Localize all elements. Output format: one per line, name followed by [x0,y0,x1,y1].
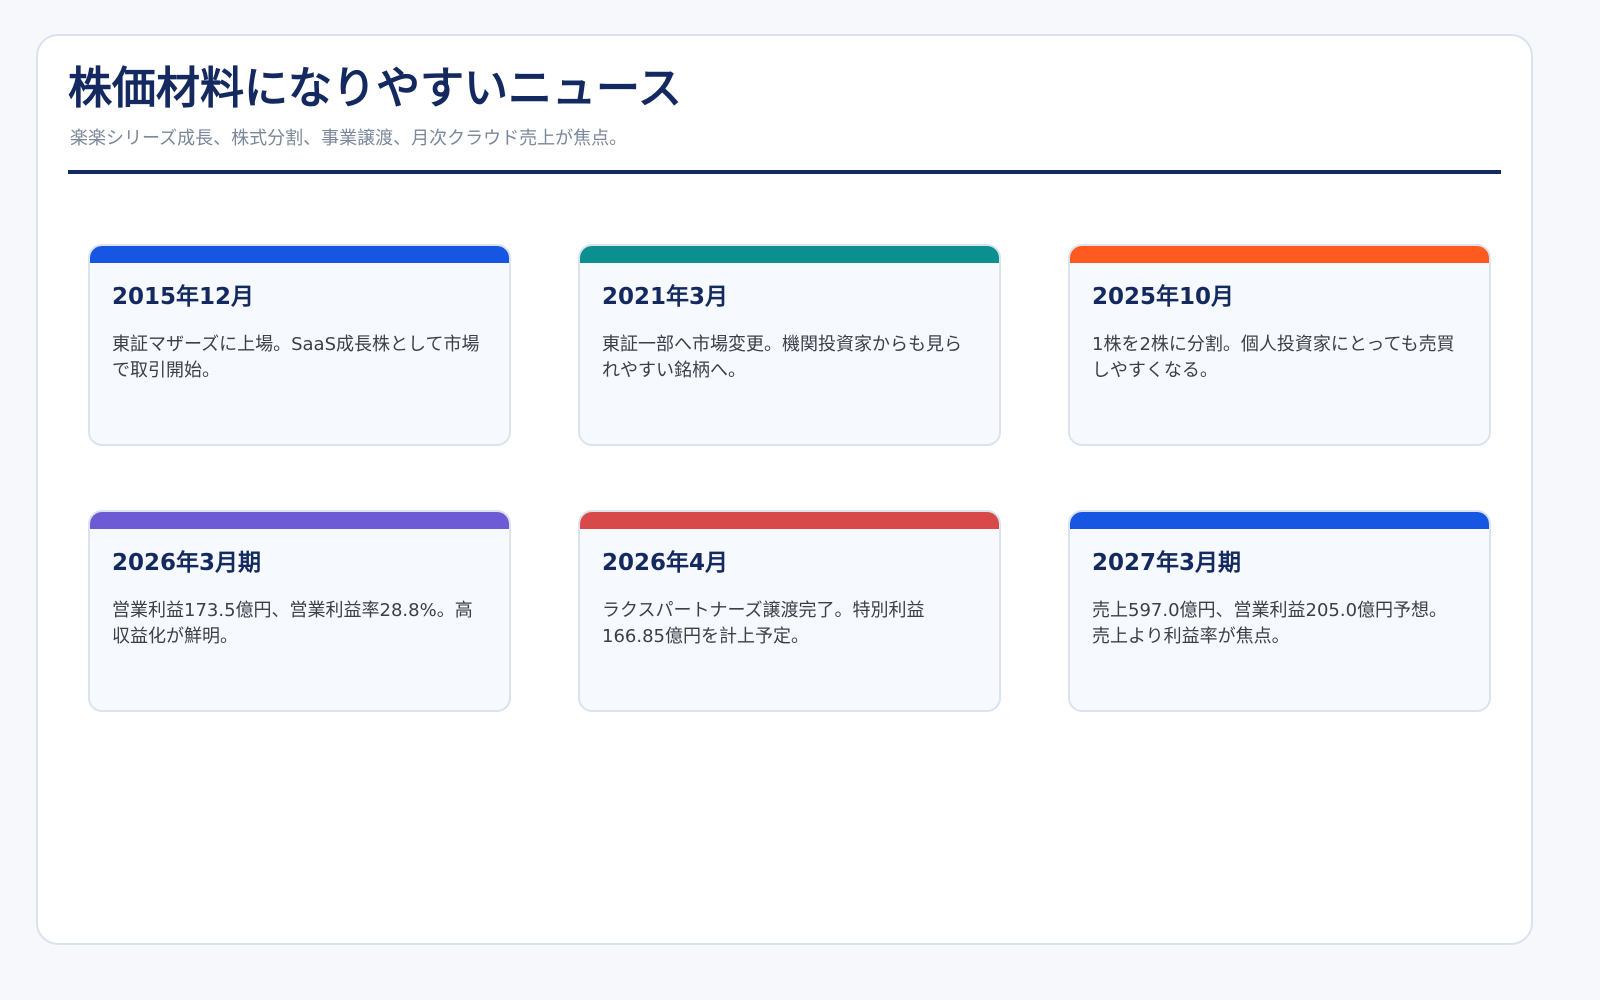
title-divider [68,170,1501,174]
event-date: 2026年3月期 [112,550,262,576]
event-card: 2025年10月 1株を2株に分割。個人投資家にとっても売買しやすくなる。 [1068,244,1491,446]
event-date: 2021年3月 [602,284,729,310]
event-date: 2026年4月 [602,550,729,576]
event-description: 売上597.0億円、営業利益205.0億円予想。売上より利益率が焦点。 [1092,600,1448,647]
event-accent-bar [580,246,999,263]
event-card: 2027年3月期 売上597.0億円、営業利益205.0億円予想。売上より利益率… [1068,510,1491,712]
event-accent-bar [90,246,509,263]
event-accent-bar [1070,246,1489,263]
event-card: 2026年3月期 営業利益173.5億円、営業利益率28.8%。高収益化が鮮明。 [88,510,511,712]
event-date: 2027年3月期 [1092,550,1242,576]
page-title: 株価材料になりやすいニュース [68,63,682,114]
event-accent-bar [580,512,999,529]
event-card: 2026年4月 ラクスパートナーズ譲渡完了。特別利益166.85億円を計上予定。 [578,510,1001,712]
event-description: 東証マザーズに上場。SaaS成長株として市場で取引開始。 [112,334,480,381]
event-accent-bar [90,512,509,529]
event-description: 1株を2株に分割。個人投資家にとっても売買しやすくなる。 [1092,334,1455,381]
event-date: 2015年12月 [112,284,255,310]
event-description: 東証一部へ市場変更。機関投資家からも見られやすい銘柄へ。 [602,334,962,381]
event-date: 2025年10月 [1092,284,1235,310]
event-description: ラクスパートナーズ譲渡完了。特別利益166.85億円を計上予定。 [602,600,925,647]
event-card: 2021年3月 東証一部へ市場変更。機関投資家からも見られやすい銘柄へ。 [578,244,1001,446]
news-event-grid: 2015年12月 東証マザーズに上場。SaaS成長株として市場で取引開始。 20… [88,244,1491,712]
event-accent-bar [1070,512,1489,529]
event-card: 2015年12月 東証マザーズに上場。SaaS成長株として市場で取引開始。 [88,244,511,446]
event-description: 営業利益173.5億円、営業利益率28.8%。高収益化が鮮明。 [112,600,473,647]
page-subtitle: 楽楽シリーズ成長、株式分割、事業譲渡、月次クラウド売上が焦点。 [70,128,628,149]
